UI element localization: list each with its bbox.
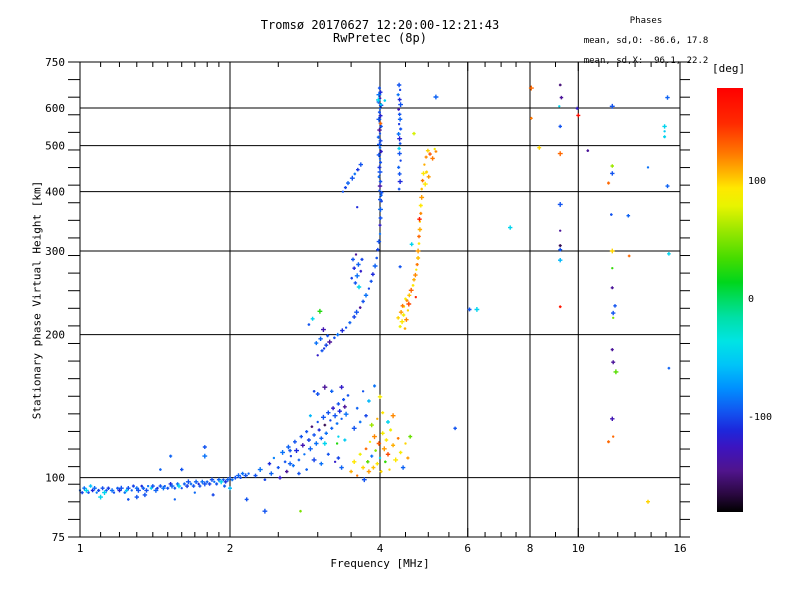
ionogram-plot: 1 2 4 6 8 10 16 75 100 200 300 400 500 600 750 [45,56,690,555]
series-sporadic_echoes [383,83,671,504]
x-tick-label: 16 [673,542,686,555]
y-tick-label: 200 [45,329,65,342]
ionogram-screen: Tromsø 20170627 12:20:00-12:21:43 RwPret… [0,0,800,600]
y-tick-label: 300 [45,245,65,258]
scatter-points [78,82,671,514]
x-tick-label: 8 [527,542,534,555]
y-axis-label: Stationary phase Virtual Height [km] [30,180,44,420]
y-tick-label: 500 [45,140,65,153]
y-tick-label: 400 [45,186,65,199]
y-tick-label: 600 [45,102,65,115]
colorbar-tick-label: -100 [748,411,773,423]
colorbar-unit-label: [deg] [712,62,746,75]
y-tick-label: 100 [45,472,65,485]
phase-colorbar [717,88,743,512]
series-f_region_x_trace [396,131,438,330]
series-ef_scatter_cloud [244,308,413,514]
x-tick-label: 10 [572,542,585,555]
colorbar-tick-label: 0 [748,294,755,305]
y-tick-label: 75 [52,531,65,544]
x-tick-label: 6 [464,542,471,555]
series-e_region_trace [78,445,250,501]
x-tick-label: 4 [377,542,384,555]
y-tick-label: 750 [45,56,65,69]
x-tick-label: 1 [77,542,84,555]
x-axis-label: Frequency [MHz] [330,557,430,570]
colorbar-tick-label: 100 [748,176,767,188]
series-f_region_o_trace [314,82,403,357]
x-tick-label: 2 [227,542,234,555]
